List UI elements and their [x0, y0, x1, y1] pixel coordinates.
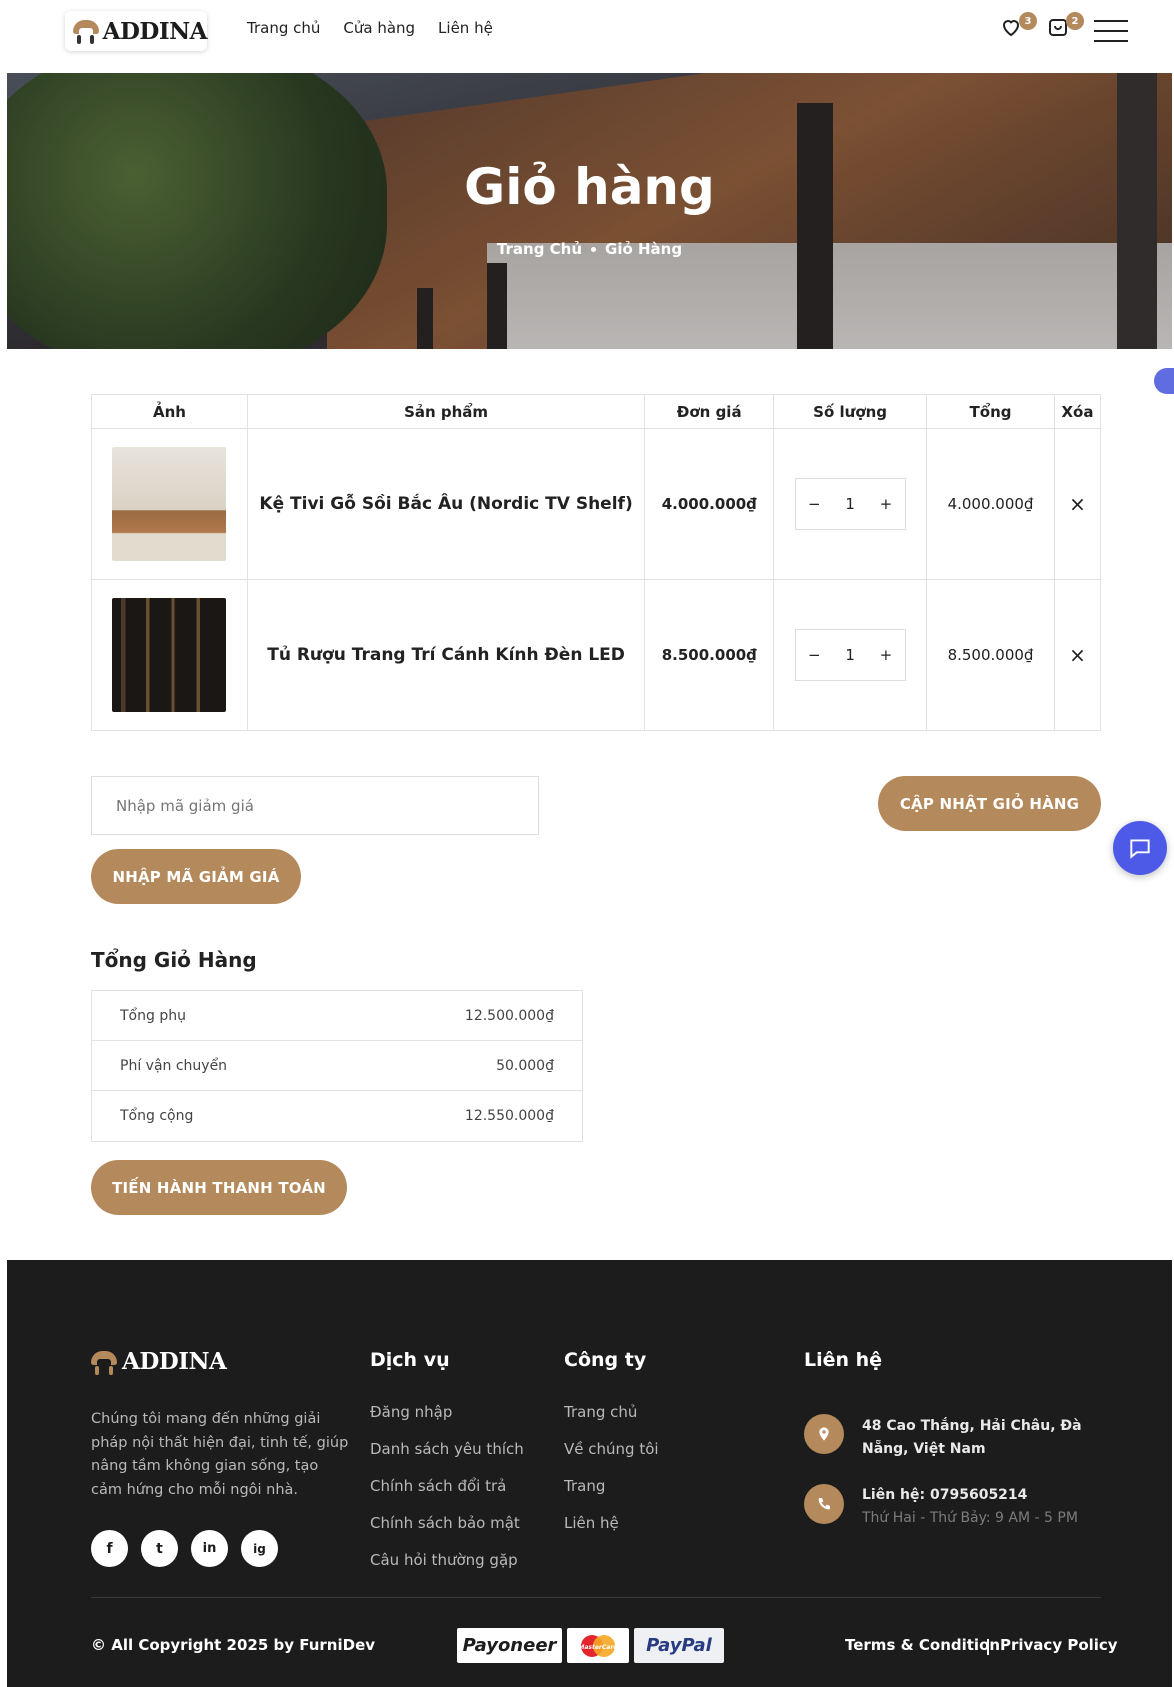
footer-link-returns[interactable]: Chính sách đổi trả [370, 1477, 506, 1495]
page-banner: Giỏ hàng Trang Chủ Giỏ Hàng [7, 73, 1172, 349]
totals-row: Tổng phụ 12.500.000₫ [92, 991, 582, 1041]
footer-link-pages[interactable]: Trang [564, 1477, 605, 1495]
site-header: ADDINA Trang chủ Cửa hàng Liên hệ 3 2 [0, 0, 1174, 72]
quantity-stepper: − 1 + [794, 629, 906, 681]
legal-separator [987, 1639, 989, 1655]
cart-header-row: Ảnh Sản phẩm Đơn giá Số lượng Tổng Xóa [91, 394, 1102, 429]
logo-text: ADDINA [102, 17, 208, 45]
payoneer-logo: Payoneer [457, 1628, 562, 1663]
qty-decrease-button[interactable]: − [808, 646, 821, 664]
cart-row: Tủ Rượu Trang Trí Cánh Kính Đèn LED 8.50… [91, 579, 1102, 731]
breadcrumb-home[interactable]: Trang Chủ [497, 240, 582, 258]
line-total: 8.500.000₫ [947, 646, 1034, 664]
subtotal-value: 12.500.000₫ [464, 1007, 554, 1024]
breadcrumb: Trang Chủ Giỏ Hàng [7, 240, 1172, 258]
update-cart-button[interactable]: CẬP NHẬT GIỎ HÀNG [878, 776, 1101, 831]
qty-increase-button[interactable]: + [880, 495, 893, 513]
chat-icon [1130, 839, 1150, 859]
col-total: Tổng [926, 394, 1055, 429]
col-quantity: Số lượng [773, 394, 928, 429]
logo-chair-icon [73, 18, 99, 44]
logo-chair-icon [91, 1349, 117, 1375]
remove-item-button[interactable]: × [1069, 492, 1086, 516]
nav-shop[interactable]: Cửa hàng [343, 19, 415, 37]
unit-price: 8.500.000₫ [661, 646, 757, 664]
footer-link-privacy[interactable]: Chính sách bảo mật [370, 1514, 520, 1532]
services-title: Dịch vụ [370, 1349, 450, 1371]
nav-contact[interactable]: Liên hệ [438, 19, 493, 37]
checkout-button[interactable]: TIẾN HÀNH THANH TOÁN [91, 1160, 347, 1215]
facebook-icon[interactable]: f [91, 1530, 128, 1567]
product-image-tv-shelf[interactable] [112, 447, 227, 561]
contact-title: Liên hệ [804, 1349, 883, 1371]
coupon-input[interactable] [91, 776, 539, 835]
col-price: Đơn giá [644, 394, 775, 429]
footer-link-contact[interactable]: Liên hệ [564, 1514, 619, 1532]
copyright: © All Copyright 2025 by FurniDev [91, 1636, 376, 1654]
terms-link[interactable]: Terms & Condition [845, 1636, 1000, 1654]
footer-link-login[interactable]: Đăng nhập [370, 1403, 452, 1421]
footer-divider [91, 1597, 1101, 1598]
company-title: Công ty [564, 1349, 647, 1371]
footer-link-faq[interactable]: Câu hỏi thường gặp [370, 1551, 518, 1569]
cart-count-badge: 2 [1066, 12, 1084, 30]
line-total: 4.000.000₫ [947, 495, 1034, 513]
footer-link-home[interactable]: Trang chủ [564, 1403, 637, 1421]
cart-table: Ảnh Sản phẩm Đơn giá Số lượng Tổng Xóa K… [91, 394, 1102, 731]
shipping-label: Phí vận chuyển [120, 1057, 228, 1074]
cart-totals-table: Tổng phụ 12.500.000₫ Phí vận chuyển 50.0… [91, 990, 583, 1142]
footer-link-wishlist[interactable]: Danh sách yêu thích [370, 1440, 524, 1458]
qty-value[interactable]: 1 [845, 646, 855, 664]
qty-decrease-button[interactable]: − [808, 495, 821, 513]
svg-text:MasterCard: MasterCard [578, 1644, 618, 1651]
cart-row: Kệ Tivi Gỗ Sồi Bắc Âu (Nordic TV Shelf) … [91, 428, 1102, 580]
totals-row: Tổng cộng 12.550.000₫ [92, 1091, 582, 1141]
footer-logo[interactable]: ADDINA [91, 1348, 227, 1375]
footer-phone[interactable]: Liên hệ: 0795605214 [862, 1484, 1027, 1507]
qty-increase-button[interactable]: + [880, 646, 893, 664]
instagram-icon[interactable]: ig [241, 1530, 278, 1567]
site-footer: ADDINA Chúng tôi mang đến những giải phá… [7, 1260, 1172, 1687]
linkedin-icon[interactable]: in [191, 1530, 228, 1567]
privacy-link[interactable]: Privacy Policy [1000, 1636, 1118, 1654]
totals-row: Phí vận chuyển 50.000₫ [92, 1041, 582, 1091]
footer-description: Chúng tôi mang đến những giải pháp nội t… [91, 1411, 349, 1498]
breadcrumb-current: Giỏ Hàng [605, 240, 683, 258]
grand-total-value: 12.550.000₫ [464, 1108, 554, 1124]
shipping-value: 50.000₫ [496, 1057, 554, 1074]
wishlist-count-badge: 3 [1019, 12, 1037, 30]
grand-total-label: Tổng cộng [120, 1108, 194, 1124]
remove-item-button[interactable]: × [1069, 643, 1086, 667]
accessibility-icon[interactable] [1154, 368, 1174, 394]
qty-value[interactable]: 1 [845, 495, 855, 513]
cart-button[interactable]: 2 [1046, 12, 1084, 41]
footer-link-about[interactable]: Về chúng tôi [564, 1440, 659, 1458]
cart-totals-title: Tổng Giỏ Hàng [91, 948, 257, 972]
footer-address: 48 Cao Thắng, Hải Châu, Đà Nẵng, Việt Na… [862, 1418, 1082, 1457]
subtotal-label: Tổng phụ [120, 1007, 186, 1024]
page-title: Giỏ hàng [464, 158, 715, 216]
footer-hours: Thứ Hai - Thứ Bảy: 9 AM - 5 PM [862, 1510, 1078, 1526]
product-name[interactable]: Tủ Rượu Trang Trí Cánh Kính Đèn LED [267, 645, 625, 665]
twitter-icon[interactable]: t [141, 1530, 178, 1567]
product-image-wine-cabinet[interactable] [112, 598, 227, 712]
site-logo[interactable]: ADDINA [65, 11, 208, 51]
col-product: Sản phẩm [246, 394, 646, 429]
main-nav: Trang chủ Cửa hàng Liên hệ [247, 19, 493, 37]
apply-coupon-button[interactable]: NHẬP MÃ GIẢM GIÁ [91, 849, 301, 904]
product-name[interactable]: Kệ Tivi Gỗ Sồi Bắc Âu (Nordic TV Shelf) [259, 494, 632, 514]
menu-icon[interactable] [1094, 20, 1128, 42]
footer-logo-text: ADDINA [122, 1348, 227, 1375]
mastercard-logo: MasterCard [567, 1628, 629, 1663]
location-icon [804, 1414, 844, 1454]
chat-button[interactable] [1113, 821, 1167, 875]
col-image: Ảnh [91, 394, 248, 429]
wishlist-button[interactable]: 3 [999, 12, 1037, 41]
col-remove: Xóa [1053, 394, 1102, 429]
quantity-stepper: − 1 + [794, 478, 906, 530]
phone-icon [804, 1484, 844, 1524]
paypal-logo: PayPal [634, 1628, 724, 1663]
unit-price: 4.000.000₫ [661, 495, 757, 513]
nav-home[interactable]: Trang chủ [247, 19, 320, 37]
